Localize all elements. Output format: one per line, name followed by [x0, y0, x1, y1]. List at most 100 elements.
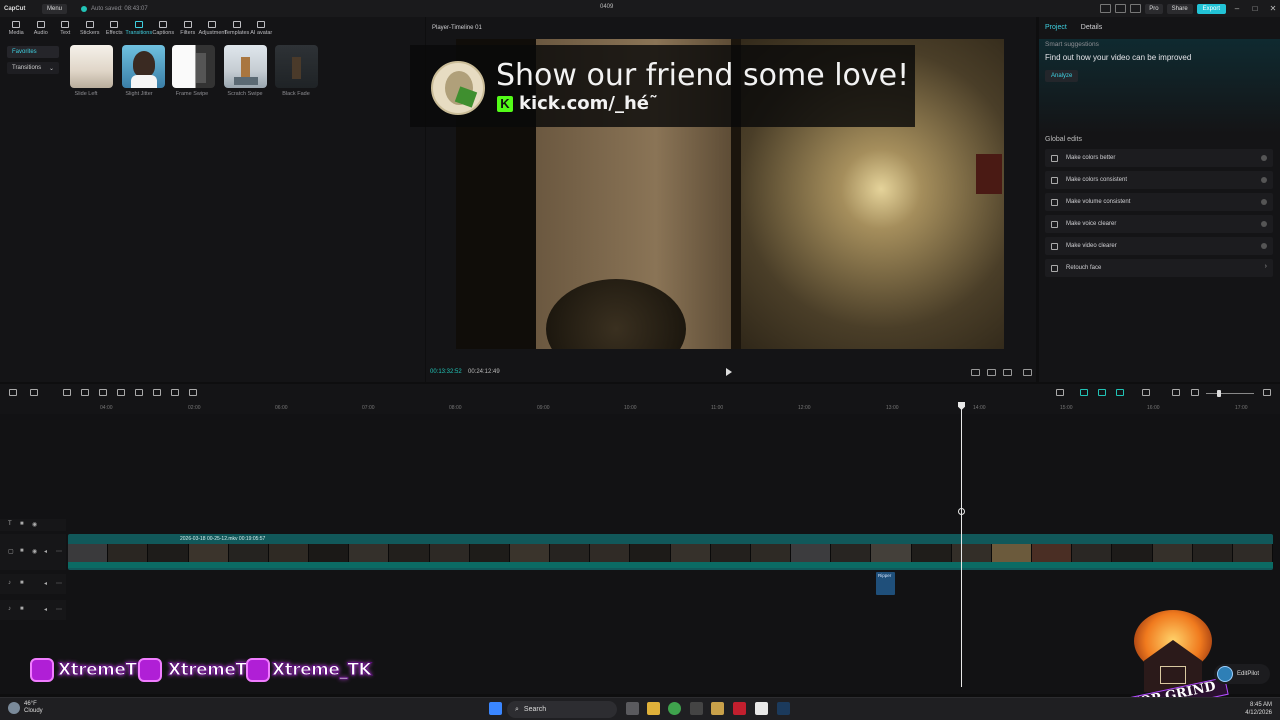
more-icon[interactable]: ⋯	[56, 580, 62, 587]
total-time: 00:24:12:49	[468, 369, 500, 375]
audio-clip[interactable]: Ripper	[876, 572, 895, 595]
toggle[interactable]	[1261, 177, 1267, 183]
obs-live-icon[interactable]	[733, 702, 746, 715]
toggle[interactable]	[1261, 221, 1267, 227]
maximize-icon[interactable]: □	[1248, 4, 1262, 13]
main-video-clip[interactable]: 2026-03-18 00-25-12.mkv 00:19:05:57	[68, 534, 1273, 570]
eye-icon[interactable]: ◉	[32, 548, 37, 555]
transitions-category[interactable]: Transitions ⌄	[7, 62, 59, 74]
share-button[interactable]: Share	[1166, 3, 1193, 14]
tool-stickers[interactable]: Stickers	[78, 17, 103, 39]
zoom-in-icon[interactable]	[1263, 389, 1271, 396]
transition-thumb-scratch-swipe[interactable]	[224, 45, 267, 88]
transition-thumb-black-fade[interactable]	[275, 45, 318, 88]
chrome-icon[interactable]	[668, 702, 681, 715]
lock-icon[interactable]: ■	[20, 548, 24, 554]
global-edit-volume[interactable]: Make volume consistent	[1045, 193, 1273, 211]
audio-icon[interactable]: ◂	[44, 606, 47, 613]
global-edit-colors-consistent[interactable]: Make colors consistent	[1045, 171, 1273, 189]
settings-icon[interactable]	[1130, 4, 1142, 13]
tool-filters[interactable]: Filters	[176, 17, 201, 39]
global-edit-video[interactable]: Make video clearer	[1045, 237, 1273, 255]
task-view-icon[interactable]	[626, 702, 639, 715]
zoom-slider-handle[interactable]	[1217, 390, 1221, 397]
weather-widget[interactable]: 46°F Cloudy	[8, 701, 43, 715]
audio-icon[interactable]: ◂	[44, 580, 47, 587]
add-track-icon[interactable]	[9, 389, 17, 396]
more-icon[interactable]: ⋯	[56, 548, 62, 555]
time-ruler[interactable]: 04:00 02:00 06:00 07:00 08:00 09:00 10:0…	[0, 402, 1280, 414]
system-clock[interactable]: 8:45 AM 4/12/2026	[1245, 701, 1272, 717]
tool-ai-avatar[interactable]: AI avatar	[249, 17, 274, 39]
magnet-icon[interactable]	[1098, 389, 1106, 396]
audio-icon[interactable]: ◂	[44, 548, 47, 555]
transition-thumb-frame-swipe[interactable]	[172, 45, 215, 88]
taskbar-search[interactable]: ⌕ Search	[507, 701, 617, 718]
global-edit-retouch[interactable]: Retouch face ›	[1045, 259, 1273, 277]
transition-thumb-slide-left[interactable]	[70, 45, 113, 88]
global-edit-colors-better[interactable]: Make colors better	[1045, 149, 1273, 167]
link-icon[interactable]	[1080, 389, 1088, 396]
delete-icon[interactable]	[153, 389, 161, 396]
lock-icon[interactable]: ■	[20, 580, 24, 586]
editpilot-icon	[1217, 666, 1233, 682]
playhead-marker[interactable]	[958, 508, 965, 515]
preview-axis-icon[interactable]	[1142, 389, 1150, 396]
tool-adjustment[interactable]: Adjustment	[199, 17, 226, 39]
undo-icon[interactable]	[63, 389, 71, 396]
file-explorer-icon[interactable]	[647, 702, 660, 715]
tool-media[interactable]: Media	[4, 17, 29, 39]
split-left-icon[interactable]	[117, 389, 125, 396]
close-icon[interactable]: ✕	[1266, 4, 1280, 13]
ratio-icon[interactable]	[971, 369, 980, 376]
fullscreen-icon[interactable]	[1023, 369, 1032, 376]
snap-icon[interactable]	[1116, 389, 1124, 396]
select-tool-icon[interactable]	[30, 389, 38, 396]
lock-icon[interactable]: ■	[20, 521, 24, 527]
marker-icon[interactable]	[171, 389, 179, 396]
menu-button[interactable]: Menu	[42, 3, 68, 14]
toggle[interactable]	[1261, 155, 1267, 161]
playhead[interactable]	[961, 402, 962, 687]
media-app-icon[interactable]	[711, 702, 724, 715]
pro-button[interactable]: Pro	[1145, 3, 1163, 14]
settings-app-icon[interactable]	[690, 702, 703, 715]
capcut-icon[interactable]	[755, 702, 768, 715]
zoom-slider[interactable]	[1206, 393, 1254, 394]
image-icon[interactable]	[189, 389, 197, 396]
layout-icon[interactable]	[1100, 4, 1112, 13]
minimize-icon[interactable]: –	[1230, 4, 1244, 13]
tool-audio[interactable]: Audio	[29, 17, 54, 39]
tool-effects[interactable]: Effects	[102, 17, 127, 39]
favorites-item[interactable]: Favorites	[7, 46, 59, 58]
tool-transitions[interactable]: Transitions	[125, 17, 152, 39]
split-icon[interactable]	[99, 389, 107, 396]
transition-thumb-slight-jitter[interactable]	[122, 45, 165, 88]
global-edit-voice[interactable]: Make voice clearer	[1045, 215, 1273, 233]
toggle[interactable]	[1261, 243, 1267, 249]
shortcut-icon[interactable]	[1115, 4, 1127, 13]
tool-captions[interactable]: Captions	[151, 17, 176, 39]
more-icon[interactable]: ⋯	[56, 606, 62, 613]
tool-templates[interactable]: Templates	[224, 17, 249, 39]
split-right-icon[interactable]	[135, 389, 143, 396]
eye-icon[interactable]: ◉	[32, 521, 37, 528]
zoom-out-icon[interactable]	[1191, 389, 1199, 396]
mic-icon[interactable]	[1056, 389, 1064, 396]
redo-icon[interactable]	[81, 389, 89, 396]
play-icon[interactable]	[726, 368, 732, 376]
quality-icon[interactable]	[1003, 369, 1012, 376]
caption-icon[interactable]	[1172, 389, 1180, 396]
lock-icon[interactable]: ■	[20, 606, 24, 612]
tab-project[interactable]: Project	[1045, 24, 1067, 31]
windows-start-icon[interactable]	[489, 702, 502, 715]
tool-text[interactable]: Text	[53, 17, 78, 39]
tab-details[interactable]: Details	[1081, 24, 1102, 31]
editpilot-button[interactable]: EditPilot	[1214, 664, 1270, 684]
export-button[interactable]: Export	[1196, 3, 1226, 14]
timeline-tracks[interactable]: T ■ ◉ ▢ ■ ◉ ◂ ⋯ ♪ ■ ◂ ⋯ ♪ ■ ◂ ⋯ 2026-03-…	[0, 414, 1280, 694]
steam-icon[interactable]	[777, 702, 790, 715]
analyze-button[interactable]: Analyze	[1045, 70, 1079, 82]
crop-icon[interactable]	[987, 369, 996, 376]
toggle[interactable]	[1261, 199, 1267, 205]
